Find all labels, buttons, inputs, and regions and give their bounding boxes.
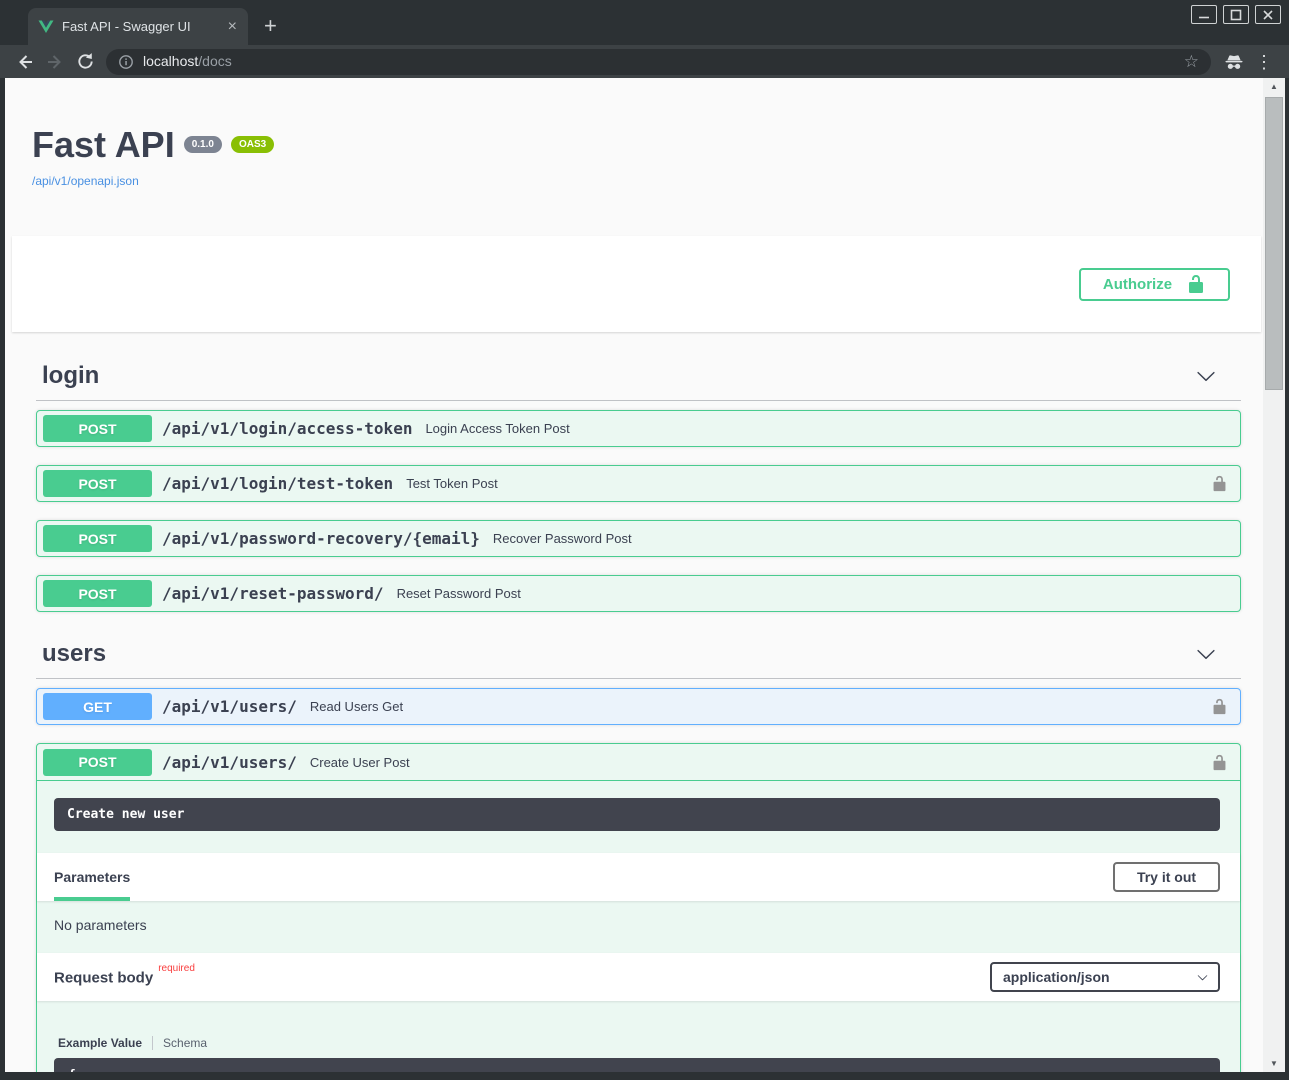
browser-window: Fast API - Swagger UI × + (0, 0, 1289, 1080)
tab-parameters: Parameters (54, 853, 130, 901)
example-code-block: { (54, 1058, 1220, 1072)
try-it-out-button[interactable]: Try it out (1113, 862, 1220, 892)
scrollbar-thumb[interactable] (1265, 97, 1283, 390)
section-title: login (36, 362, 99, 390)
parameters-header: Parameters Try it out (37, 853, 1240, 901)
required-label: required (158, 963, 195, 974)
incognito-icon (1219, 48, 1249, 76)
operation-path: /api/v1/login/access-token (162, 419, 412, 438)
page-info-icon[interactable] (118, 54, 134, 70)
maximize-button[interactable] (1223, 5, 1249, 24)
tab-example-value[interactable]: Example Value (58, 1036, 142, 1050)
operation-path: /api/v1/password-recovery/{email} (162, 529, 480, 548)
section-title: users (36, 640, 106, 668)
swagger-page: Fast API 0.1.0 OAS3 /api/v1/openapi.json… (5, 78, 1263, 1072)
new-tab-button[interactable]: + (264, 15, 277, 37)
page-title: Fast API (32, 124, 175, 165)
unlocked-padlock-icon (1186, 274, 1206, 294)
scheme-container: Authorize (12, 236, 1261, 332)
operation-row[interactable]: POST /api/v1/login/access-token Login Ac… (36, 410, 1241, 447)
operation-summary: Create User Post (310, 755, 410, 770)
media-type-dropdown[interactable]: application/json (990, 962, 1220, 992)
operation-path: /api/v1/login/test-token (162, 474, 393, 493)
operation-summary: Read Users Get (310, 699, 403, 714)
tab-divider (152, 1036, 153, 1050)
operation-row[interactable]: POST /api/v1/reset-password/ Reset Passw… (36, 575, 1241, 612)
method-badge: POST (43, 415, 152, 442)
minimize-button[interactable] (1191, 5, 1217, 24)
operation-row[interactable]: POST /api/v1/login/test-token Test Token… (36, 465, 1241, 502)
oas3-badge: OAS3 (231, 136, 274, 153)
tab-schema[interactable]: Schema (163, 1036, 207, 1050)
operation-summary: Test Token Post (406, 476, 498, 491)
site-favicon-icon (38, 20, 54, 34)
openapi-spec-link[interactable]: /api/v1/openapi.json (32, 174, 139, 188)
reload-button[interactable] (70, 48, 100, 76)
method-badge: POST (43, 580, 152, 607)
auth-lock-icon[interactable] (1211, 475, 1228, 492)
browser-menu-icon[interactable]: ⋮ (1249, 53, 1279, 71)
api-info: Fast API 0.1.0 OAS3 /api/v1/openapi.json (5, 78, 1263, 190)
section-login: login POST /api/v1/login/access-token Lo… (36, 352, 1241, 612)
scroll-up-button[interactable]: ▲ (1263, 78, 1285, 95)
section-users: users GET /api/v1/users/ Read Users Get (36, 630, 1241, 1072)
forward-button[interactable] (40, 48, 70, 76)
tab-title: Fast API - Swagger UI (62, 19, 217, 34)
operation-path: /api/v1/users/ (162, 697, 297, 716)
operation-summary: Reset Password Post (397, 586, 521, 601)
operation-expanded: POST /api/v1/users/ Create User Post Cre… (36, 743, 1241, 1072)
operation-row[interactable]: POST /api/v1/password-recovery/{email} R… (36, 520, 1241, 557)
chevron-down-icon (1197, 972, 1208, 983)
auth-lock-icon[interactable] (1211, 698, 1228, 715)
method-badge: POST (43, 525, 152, 552)
browser-content-area: Fast API 0.1.0 OAS3 /api/v1/openapi.json… (0, 78, 1289, 1080)
operation-row[interactable]: GET /api/v1/users/ Read Users Get (36, 688, 1241, 725)
tab-close-icon[interactable]: × (225, 19, 240, 35)
bookmark-star-icon[interactable]: ☆ (1184, 53, 1199, 70)
window-controls (1191, 5, 1281, 24)
scrollbar[interactable]: ▲ ▼ (1263, 78, 1285, 1072)
method-badge: POST (43, 749, 152, 776)
authorize-button[interactable]: Authorize (1079, 268, 1230, 301)
auth-lock-icon[interactable] (1211, 754, 1228, 771)
operation-summary: Recover Password Post (493, 531, 632, 546)
close-button[interactable] (1255, 5, 1281, 24)
no-parameters-text: No parameters (37, 901, 1240, 953)
request-body-header: Request body required application/json (37, 953, 1240, 1001)
operation-path: /api/v1/reset-password/ (162, 584, 384, 603)
operation-description: Create new user (54, 798, 1220, 831)
chevron-down-icon[interactable] (1196, 644, 1216, 664)
model-example-tabs: Example Value Schema (58, 1036, 1240, 1050)
method-badge: GET (43, 693, 152, 720)
section-users-header[interactable]: users (36, 630, 1241, 679)
browser-titlebar: Fast API - Swagger UI × + (0, 0, 1289, 45)
chevron-down-icon[interactable] (1196, 366, 1216, 386)
version-badge: 0.1.0 (184, 136, 222, 153)
browser-tab[interactable]: Fast API - Swagger UI × (28, 8, 248, 45)
back-button[interactable] (10, 48, 40, 76)
request-body-label: Request body (54, 969, 153, 986)
method-badge: POST (43, 470, 152, 497)
operation-summary: Login Access Token Post (425, 421, 569, 436)
url-host: localhost/docs (143, 53, 232, 71)
scroll-down-button[interactable]: ▼ (1263, 1055, 1285, 1072)
section-login-header[interactable]: login (36, 352, 1241, 401)
operation-path: /api/v1/users/ (162, 753, 297, 772)
operation-row[interactable]: POST /api/v1/users/ Create User Post (37, 744, 1240, 781)
address-bar[interactable]: localhost/docs ☆ (106, 49, 1211, 75)
browser-toolbar: localhost/docs ☆ ⋮ (0, 45, 1289, 78)
